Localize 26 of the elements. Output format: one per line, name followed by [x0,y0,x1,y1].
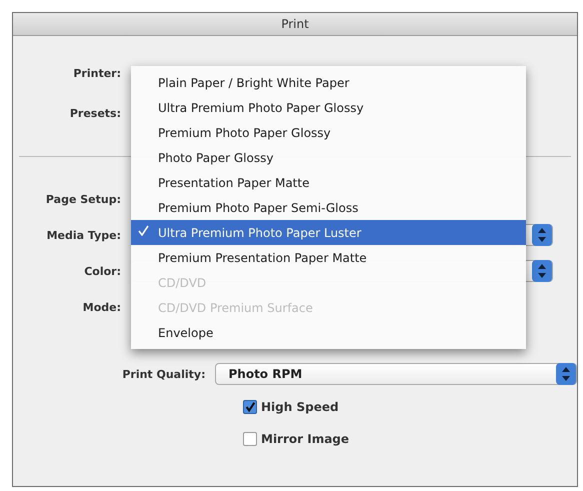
print-quality-popup[interactable]: Photo RPM [215,363,577,385]
menu-item[interactable]: Photo Paper Glossy [131,145,526,170]
option-checkbox[interactable]: High Speed [243,400,339,414]
menu-item[interactable]: Premium Photo Paper Semi-Gloss [131,195,526,220]
menu-item[interactable]: Plain Paper / Bright White Paper [131,70,526,95]
checkbox[interactable] [243,400,257,414]
field-label: Presets: [68,106,121,120]
menu-item[interactable]: Premium Presentation Paper Matte [131,245,526,270]
field-label: Mode: [82,300,121,314]
menu-item[interactable]: Ultra Premium Photo Paper Glossy [131,95,526,120]
menu-item[interactable]: Premium Photo Paper Glossy [131,120,526,145]
stepper-icon [556,363,576,385]
menu-item[interactable]: Envelope [131,320,526,345]
option-checkbox[interactable]: Mirror Image [243,432,350,446]
field-label: Page Setup: [44,192,121,206]
menu-item[interactable]: Presentation Paper Matte [131,170,526,195]
field-label: Media Type: [46,228,121,242]
menu-item[interactable]: Ultra Premium Photo Paper Luster [131,220,526,245]
stepper-icon [532,224,552,246]
field-label: Printer: [72,66,121,80]
checkbox[interactable] [243,432,257,446]
field-label: Color: [83,264,121,278]
window-title: Print [281,17,309,31]
checkmark-icon [138,225,149,236]
stepper-icon [532,260,552,282]
field-label: Print Quality: [121,368,206,380]
